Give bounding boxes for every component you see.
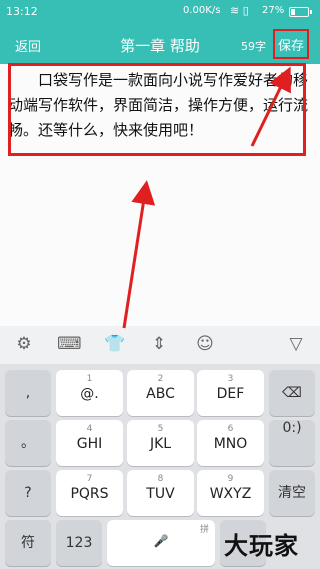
key-number: 9: [227, 474, 234, 484]
highlight-box: [8, 63, 306, 156]
key-number: 8: [157, 474, 164, 484]
key-letters: @.: [80, 386, 99, 402]
key-letters: JKL: [149, 436, 172, 452]
battery-nub: [310, 10, 312, 14]
word-count: 59字: [241, 40, 266, 53]
status-time: 13:12: [6, 5, 38, 18]
keyboard-icon[interactable]: ⌨: [57, 332, 82, 356]
key-number: 7: [86, 474, 93, 484]
punct-key[interactable]: ?: [5, 470, 51, 516]
key-number: 3: [227, 374, 234, 384]
symbol-key[interactable]: 符: [5, 520, 51, 566]
mic-icon: 🎤: [153, 534, 169, 548]
battery-fill: [291, 9, 295, 15]
key-number: 2: [157, 374, 164, 384]
page-title: 第一章 帮助: [120, 37, 200, 55]
key-wxyz[interactable]: 9 WXYZ: [197, 470, 264, 516]
shirt-icon[interactable]: 👕: [103, 332, 127, 356]
gear-icon[interactable]: ⚙: [12, 332, 36, 356]
key-mno[interactable]: 6 MNO: [197, 420, 264, 466]
collapse-icon[interactable]: ▽: [284, 332, 308, 356]
key-number: 4: [86, 424, 93, 434]
key-ghi[interactable]: 4 GHI: [56, 420, 123, 466]
top-nav-bar: 返回 第一章 帮助 59字 保存: [0, 24, 320, 64]
battery-percent: 27%: [262, 5, 285, 16]
key-letters: MNO: [213, 436, 248, 452]
save-button[interactable]: 保存: [273, 29, 309, 59]
key-letters: GHI: [76, 436, 103, 452]
cursor-move-icon[interactable]: ⇕: [147, 332, 171, 356]
key-number: 5: [157, 424, 164, 434]
watermark: 大玩家: [224, 532, 299, 560]
battery-icon: [289, 7, 309, 17]
key-letters: DEF: [216, 386, 245, 402]
key-letters: PQRS: [70, 486, 109, 502]
status-bar: 13:12 0.00K/s ≋ ▯ 27%: [0, 0, 320, 24]
key-letters: TUV: [146, 486, 175, 502]
backspace-icon[interactable]: ⌫: [269, 370, 315, 416]
key-number: 1: [86, 374, 93, 384]
emoji-icon[interactable]: ☺: [193, 332, 217, 356]
key-jkl[interactable]: 5 JKL: [127, 420, 194, 466]
key-number: 6: [227, 424, 234, 434]
wifi-signal-icon: ≋ ▯: [230, 4, 249, 17]
key-def[interactable]: 3 DEF: [197, 370, 264, 416]
space-key[interactable]: 拼 🎤: [107, 520, 215, 566]
key-smiley: :): [291, 420, 302, 436]
clear-button[interactable]: 清空: [269, 470, 315, 516]
number-key[interactable]: 123: [56, 520, 102, 566]
key-letters: WXYZ: [209, 486, 252, 502]
key-pqrs[interactable]: 7 PQRS: [56, 470, 123, 516]
key-letters: ABC: [146, 386, 175, 402]
key-abc[interactable]: 2 ABC: [127, 370, 194, 416]
punct-key[interactable]: 。: [5, 420, 51, 466]
punct-key[interactable]: ,: [5, 370, 51, 416]
status-net-speed: 0.00K/s: [183, 5, 221, 16]
key-symbols[interactable]: 1 @.: [56, 370, 123, 416]
key-zero[interactable]: 0:): [269, 420, 315, 466]
key-tuv[interactable]: 8 TUV: [127, 470, 194, 516]
